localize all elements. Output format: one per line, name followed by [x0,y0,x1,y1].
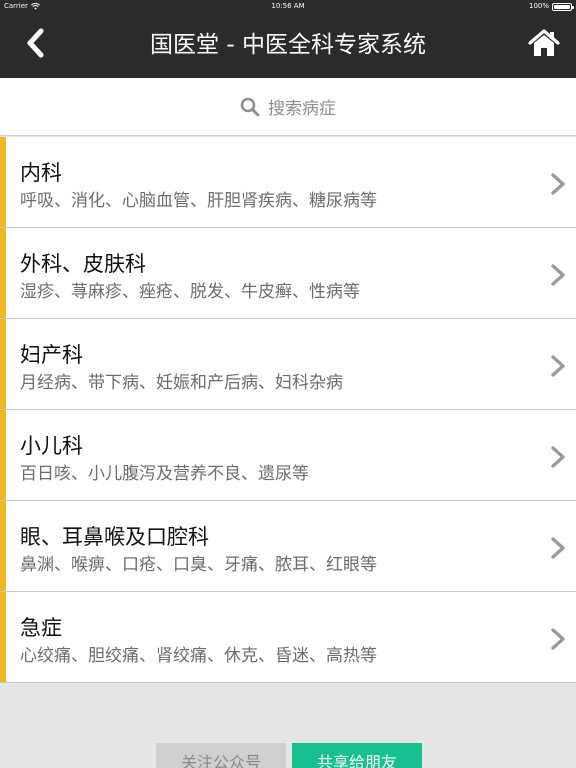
category-accent-bar [0,228,6,318]
follow-account-button[interactable]: 关注公众号 [156,743,286,768]
category-item-internal[interactable]: 内科 呼吸、消化、心脑血管、肝胆肾疾病、糖尿病等 [0,137,576,228]
chevron-left-icon [27,28,44,58]
status-bar: Carrier 10:56 AM 100% [0,0,576,12]
category-item-obstetrics[interactable]: 妇产科 月经病、带下病、妊娠和产后病、妇科杂病 [0,319,576,410]
category-title: 急症 [20,616,62,640]
chevron-right-icon [551,355,565,377]
chevron-right-icon [551,446,565,468]
category-title: 眼、耳鼻喉及口腔科 [20,525,209,549]
search-placeholder: 搜索病症 [268,99,336,119]
home-button[interactable] [526,26,562,60]
chevron-right-icon [551,628,565,650]
category-accent-bar [0,410,6,500]
status-time: 10:56 AM [271,2,305,10]
battery-icon [552,3,574,11]
category-list: 内科 呼吸、消化、心脑血管、肝胆肾疾病、糖尿病等 外科、皮肤科 湿疹、荨麻疹、痤… [0,137,576,683]
nav-bar: 国医堂 - 中医全科专家系统 [0,12,576,78]
category-accent-bar [0,592,6,682]
chevron-right-icon [551,264,565,286]
share-to-friends-button[interactable]: 共享给朋友 [292,743,422,768]
category-item-pediatrics[interactable]: 小儿科 百日咳、小儿腹泻及营养不良、遗尿等 [0,410,576,501]
chevron-right-icon [551,537,565,559]
category-item-ent[interactable]: 眼、耳鼻喉及口腔科 鼻渊、喉痹、口疮、口臭、牙痛、脓耳、红眼等 [0,501,576,592]
status-bar-right: 100% [528,0,574,12]
footer: 关注公众号 共享给朋友 [0,684,576,768]
page-title: 国医堂 - 中医全科专家系统 [150,32,426,58]
category-title: 外科、皮肤科 [20,252,146,276]
category-subtitle: 百日咳、小儿腹泻及营养不良、遗尿等 [20,464,309,484]
category-accent-bar [0,501,6,591]
category-title: 妇产科 [20,343,83,367]
category-subtitle: 月经病、带下病、妊娠和产后病、妇科杂病 [20,373,343,393]
category-subtitle: 鼻渊、喉痹、口疮、口臭、牙痛、脓耳、红眼等 [20,555,377,575]
back-button[interactable] [18,26,52,60]
category-item-surgery-dermatology[interactable]: 外科、皮肤科 湿疹、荨麻疹、痤疮、脱发、牛皮癣、性病等 [0,228,576,319]
category-subtitle: 呼吸、消化、心脑血管、肝胆肾疾病、糖尿病等 [20,191,377,211]
category-title: 内科 [20,161,62,185]
category-title: 小儿科 [20,434,83,458]
search-icon [240,97,260,116]
category-accent-bar [0,319,6,409]
category-item-emergency[interactable]: 急症 心绞痛、胆绞痛、肾绞痛、休克、昏迷、高热等 [0,592,576,683]
category-subtitle: 心绞痛、胆绞痛、肾绞痛、休克、昏迷、高热等 [20,646,377,666]
battery-percent: 100% [528,2,549,10]
home-icon [528,29,560,56]
category-accent-bar [0,137,6,227]
category-subtitle: 湿疹、荨麻疹、痤疮、脱发、牛皮癣、性病等 [20,282,360,302]
chevron-right-icon [551,173,565,195]
search-bar[interactable]: 搜索病症 [0,78,576,136]
battery-fill [554,5,570,9]
